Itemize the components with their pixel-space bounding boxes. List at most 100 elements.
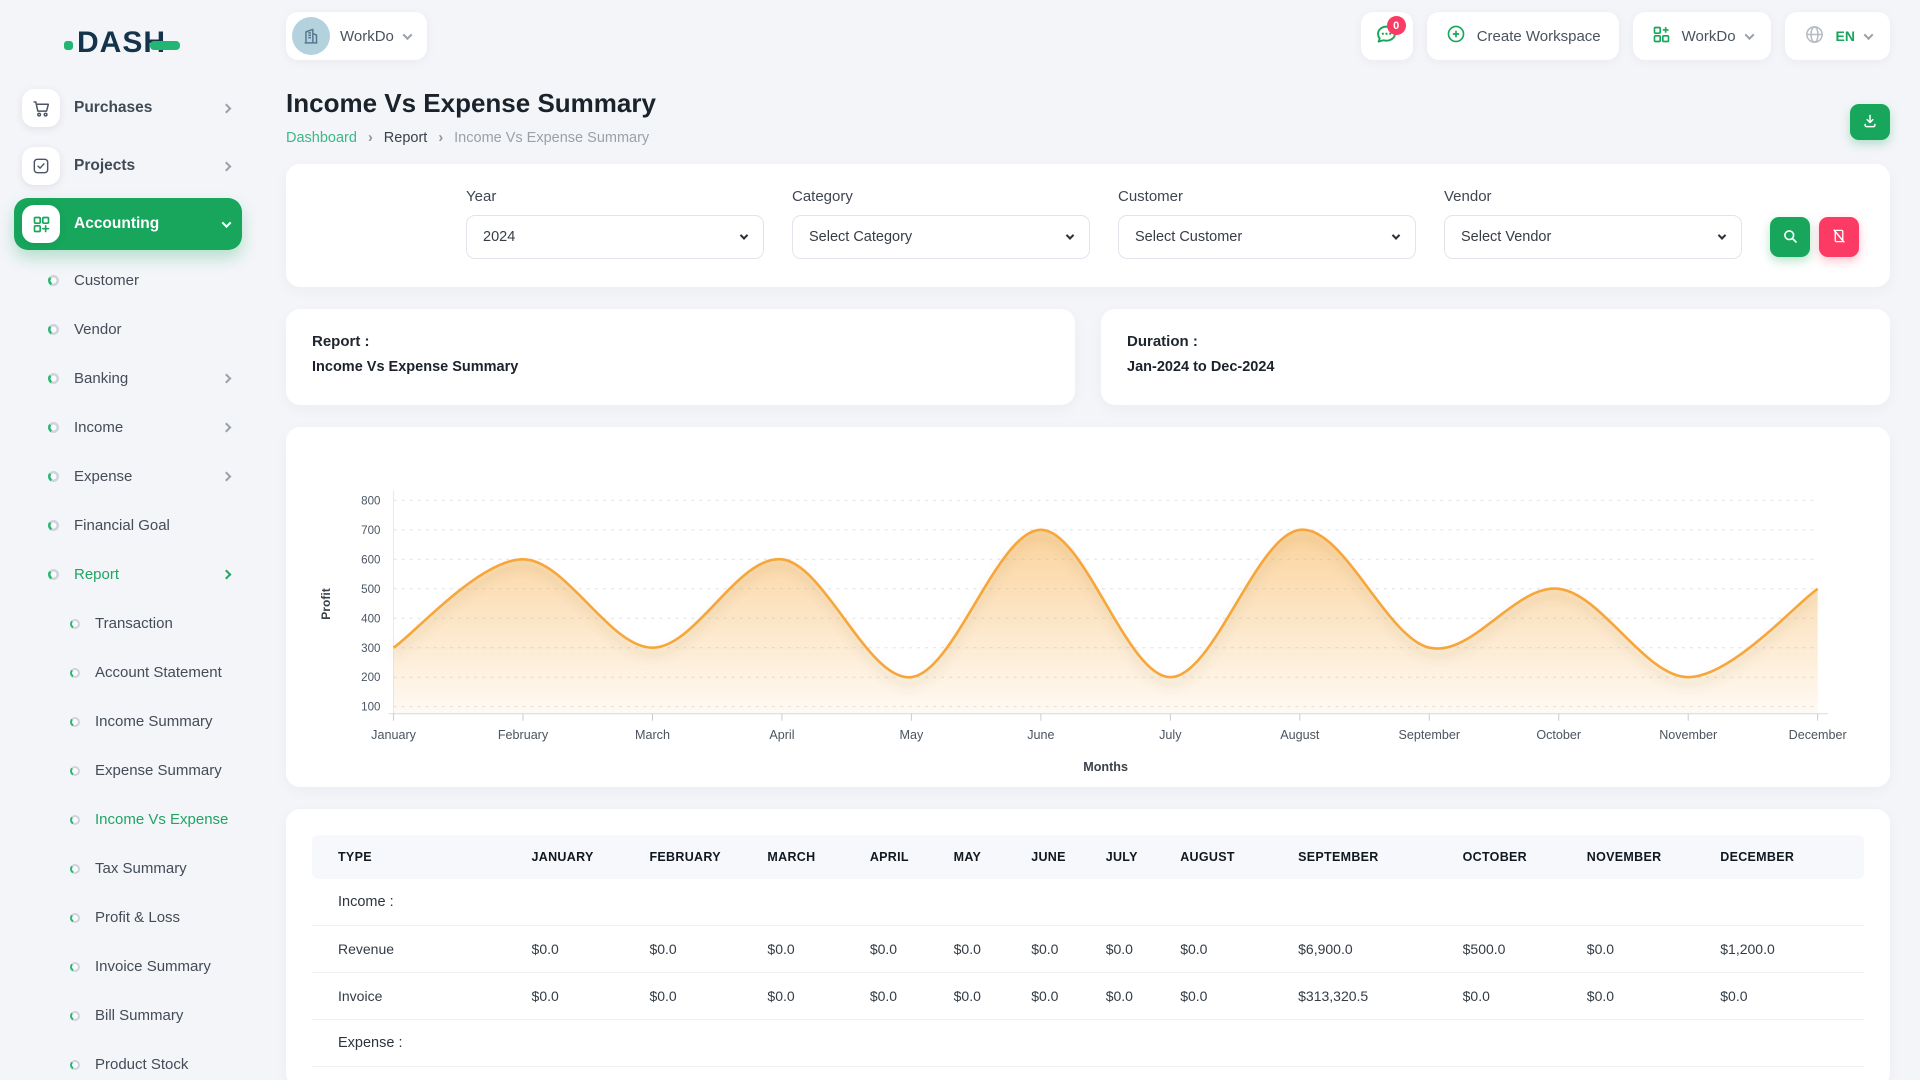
year-select[interactable]: 2024	[466, 215, 764, 259]
svg-text:November: November	[1659, 728, 1717, 742]
reset-filter-button[interactable]	[1819, 217, 1859, 257]
workdo-menu-button[interactable]: WorkDo	[1633, 12, 1771, 60]
table-header-cell: TYPE	[312, 835, 522, 879]
customer-label: Customer	[1118, 188, 1416, 205]
sidebar: DASH Purchases Projects Accounting Custo…	[0, 0, 256, 1080]
sidebar-item-financial-goal[interactable]: Financial Goal	[0, 501, 256, 550]
year-label: Year	[466, 188, 764, 205]
language-code: EN	[1836, 28, 1855, 44]
breadcrumb-report-link[interactable]: Report	[384, 130, 428, 146]
svg-text:September: September	[1399, 728, 1461, 742]
svg-text:400: 400	[361, 613, 380, 625]
sidebar-item-banking[interactable]: Banking	[0, 354, 256, 403]
sidebar-item-profit-loss[interactable]: Profit & Loss	[0, 893, 256, 942]
svg-text:February: February	[498, 728, 549, 742]
sidebar-item-label: Account Statement	[95, 664, 230, 681]
value-cell: $313,320.5	[1288, 973, 1453, 1020]
table-header-row: TYPEJANUARYFEBRUARYMARCHAPRILMAYJUNEJULY…	[312, 835, 1864, 879]
value-cell: $0.0	[1577, 973, 1710, 1020]
sidebar-item-invoice-summary[interactable]: Invoice Summary	[0, 942, 256, 991]
bullet-icon	[48, 275, 59, 286]
value-cell: $0.0	[639, 973, 757, 1020]
logo-dot-icon	[64, 41, 73, 50]
value-cell: $0.0	[1021, 973, 1095, 1020]
app-root: DASH Purchases Projects Accounting Custo…	[0, 0, 1920, 1080]
duration-card-label: Duration :	[1127, 333, 1864, 350]
search-button[interactable]	[1770, 217, 1810, 257]
chevron-down-icon	[222, 218, 232, 228]
table-header-cell: APRIL	[860, 835, 944, 879]
sidebar-item-expense-summary[interactable]: Expense Summary	[0, 746, 256, 795]
workspace-selector[interactable]: WorkDo	[286, 12, 427, 60]
value-cell: $0.0	[860, 973, 944, 1020]
document-slash-icon	[1830, 227, 1848, 248]
download-button[interactable]	[1850, 104, 1890, 140]
svg-text:August: August	[1280, 728, 1320, 742]
category-select[interactable]: Select Category	[792, 215, 1090, 259]
sidebar-item-transaction[interactable]: Transaction	[0, 599, 256, 648]
sidebar-item-projects[interactable]: Projects	[14, 140, 242, 192]
sidebar-item-accounting[interactable]: Accounting	[14, 198, 242, 250]
table-section-row: Expense :	[312, 1020, 1864, 1067]
sidebar-item-purchases[interactable]: Purchases	[14, 82, 242, 134]
sidebar-item-report[interactable]: Report	[0, 550, 256, 599]
sidebar-item-label: Income	[74, 419, 208, 436]
sidebar-item-income-vs-expense[interactable]: Income Vs Expense	[0, 795, 256, 844]
bullet-icon	[70, 766, 80, 776]
search-icon	[1781, 227, 1799, 248]
messages-button[interactable]: 0	[1361, 12, 1413, 60]
svg-text:Months: Months	[1083, 760, 1128, 774]
value-cell: $0.0	[1021, 926, 1095, 973]
sidebar-item-tax-summary[interactable]: Tax Summary	[0, 844, 256, 893]
chevron-right-icon	[222, 161, 232, 171]
table-header-cell: FEBRUARY	[639, 835, 757, 879]
breadcrumb-separator: ›	[368, 130, 373, 146]
value-cell: $0.0	[639, 926, 757, 973]
bullet-icon	[70, 962, 80, 972]
table-header-cell: SEPTEMBER	[1288, 835, 1453, 879]
sidebar-item-expense[interactable]: Expense	[0, 452, 256, 501]
table-header-cell: AUGUST	[1170, 835, 1288, 879]
table-header-cell: JANUARY	[522, 835, 640, 879]
chevron-down-icon	[740, 231, 748, 239]
value-cell: $0.0	[944, 926, 1022, 973]
value-cell: $500.0	[1453, 926, 1577, 973]
sidebar-item-vendor[interactable]: Vendor	[0, 305, 256, 354]
duration-card: Duration : Jan-2024 to Dec-2024	[1101, 309, 1890, 405]
table-header-cell: JULY	[1096, 835, 1170, 879]
sidebar-item-income-summary[interactable]: Income Summary	[0, 697, 256, 746]
accounting-grid-icon	[22, 205, 60, 243]
sidebar-item-income[interactable]: Income	[0, 403, 256, 452]
logo-dash-icon	[150, 41, 180, 50]
value-cell: $0.0	[757, 973, 859, 1020]
section-label: Expense :	[312, 1020, 1864, 1067]
create-workspace-button[interactable]: Create Workspace	[1427, 12, 1619, 60]
sidebar-item-label: Banking	[74, 370, 208, 387]
sidebar-item-label: Transaction	[95, 615, 230, 632]
chevron-right-icon	[222, 423, 232, 433]
workspace-name: WorkDo	[340, 28, 394, 45]
sidebar-item-account-statement[interactable]: Account Statement	[0, 648, 256, 697]
breadcrumb-dashboard-link[interactable]: Dashboard	[286, 130, 357, 146]
brand-logo[interactable]: DASH	[0, 22, 256, 64]
category-label: Category	[792, 188, 1090, 205]
value-cell: $0.0	[1096, 926, 1170, 973]
sidebar-item-bill-summary[interactable]: Bill Summary	[0, 991, 256, 1040]
bullet-icon	[70, 717, 80, 727]
sidebar-item-label: Tax Summary	[95, 860, 230, 877]
vendor-select[interactable]: Select Vendor	[1444, 215, 1742, 259]
download-icon	[1861, 112, 1879, 133]
sidebar-item-product-stock[interactable]: Product Stock	[0, 1040, 256, 1080]
sidebar-item-customer[interactable]: Customer	[0, 256, 256, 305]
bullet-icon	[48, 520, 59, 531]
language-selector[interactable]: EN	[1785, 12, 1890, 60]
customer-select[interactable]: Select Customer	[1118, 215, 1416, 259]
topbar-actions: 0 Create Workspace WorkDo	[1361, 12, 1890, 60]
svg-text:100: 100	[361, 702, 380, 714]
value-cell: $0.0	[1170, 973, 1288, 1020]
svg-text:May: May	[900, 728, 924, 742]
report-card-value: Income Vs Expense Summary	[312, 359, 1049, 375]
table-row-revenue: Revenue$0.0$0.0$0.0$0.0$0.0$0.0$0.0$0.0$…	[312, 926, 1864, 973]
chevron-down-icon	[402, 30, 412, 40]
table-header-cell: MARCH	[757, 835, 859, 879]
